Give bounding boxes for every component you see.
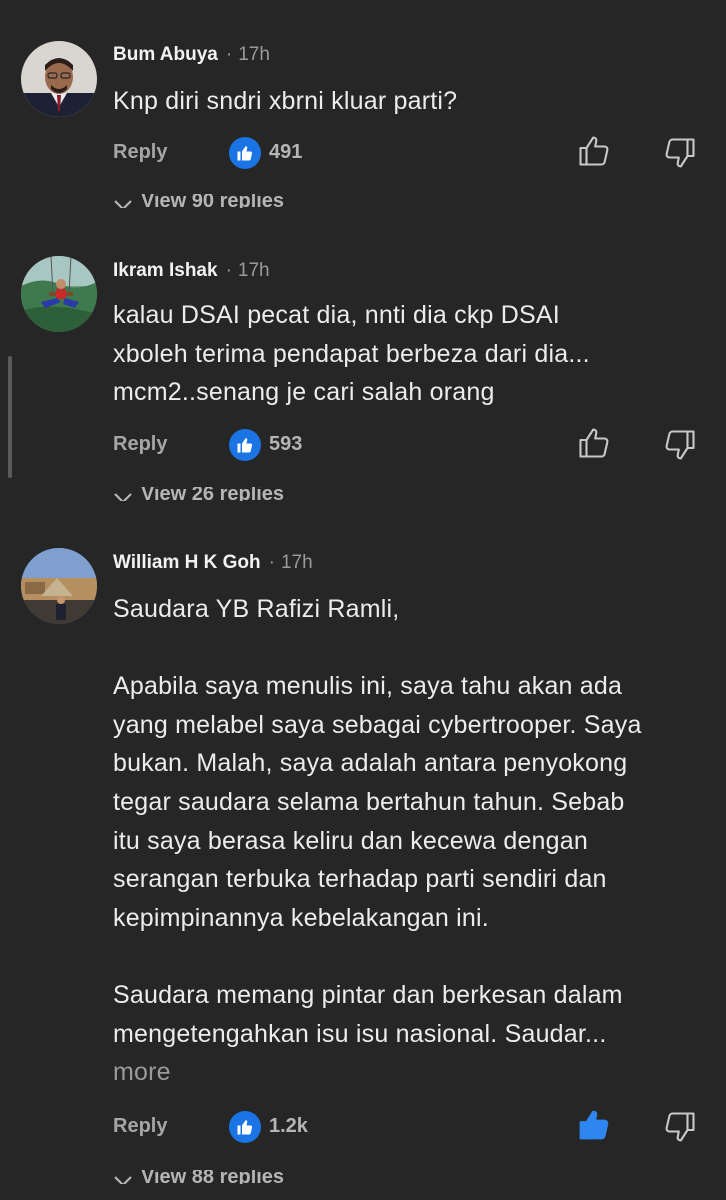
avatar[interactable] xyxy=(21,256,97,332)
separator-dot: · xyxy=(225,44,233,65)
comment-line: mengetengahkan isu isu nasional. Saudar.… xyxy=(113,1019,607,1048)
author-name[interactable]: Bum Abuya xyxy=(113,44,218,65)
chevron-down-icon xyxy=(114,1176,132,1184)
comment-line: Apabila saya menulis ini, saya tahu akan… xyxy=(113,672,623,701)
thumbs-up-icon xyxy=(229,429,261,461)
more-link[interactable]: more xyxy=(113,1053,713,1092)
comment-line: tegar saudara selama bertahun tahun. Seb… xyxy=(113,787,625,816)
comment-line: serangan terbuka terhadap parti sendiri … xyxy=(113,865,607,894)
comment-actions: Reply 593 xyxy=(0,425,726,465)
comment-header: Bum Abuya · 17h xyxy=(113,44,270,66)
comment-line: Knp diri sndri xbrni kluar parti? xyxy=(113,87,458,115)
view-replies-label: View 90 replies xyxy=(141,194,285,208)
view-replies-button[interactable]: View 90 replies xyxy=(113,194,413,208)
separator-dot: · xyxy=(225,260,232,281)
thumb-up-icon[interactable] xyxy=(576,425,612,461)
view-replies-button[interactable]: View 26 replies xyxy=(113,487,413,501)
reply-button[interactable]: Reply xyxy=(113,1115,167,1138)
comment-header: Ikram Ishak · 17h xyxy=(113,260,270,282)
thumbs-up-icon xyxy=(229,137,261,169)
like-count: 593 xyxy=(269,433,303,455)
author-name[interactable]: William H K Goh xyxy=(113,552,261,573)
thumb-up-icon[interactable] xyxy=(576,133,612,169)
comment-header: William H K Goh · 17h xyxy=(113,552,313,574)
thumbs-up-icon xyxy=(229,1111,261,1143)
comment-line: yang melabel saya sebagai cybertrooper. … xyxy=(113,710,642,739)
comment-line: kalau DSAI pecat dia, nnti dia ckp DSAI xyxy=(113,301,560,329)
timestamp: 17h xyxy=(238,44,270,65)
like-count: 491 xyxy=(269,141,303,163)
reply-button[interactable]: Reply xyxy=(113,141,167,164)
like-count: 1.2k xyxy=(269,1115,308,1137)
thumb-up-icon-active[interactable] xyxy=(576,1107,612,1143)
comment-line: mcm2..senang je cari salah orang xyxy=(113,378,495,407)
comment-actions: Reply 1.2k xyxy=(0,1107,726,1147)
comment-text: Knp diri sndri xbrni kluar parti? xyxy=(113,82,713,121)
thumb-down-icon[interactable] xyxy=(662,135,698,171)
avatar[interactable] xyxy=(21,41,97,117)
thumb-down-icon[interactable] xyxy=(662,1109,698,1145)
reply-button[interactable]: Reply xyxy=(113,433,167,456)
author-name[interactable]: Ikram Ishak xyxy=(113,260,218,281)
comment-text: Saudara YB Rafizi Ramli, Apabila saya me… xyxy=(113,590,713,1092)
separator-dot: · xyxy=(268,552,275,573)
comment-text: kalau DSAI pecat dia, nnti dia ckp DSAI … xyxy=(113,296,713,412)
chevron-down-icon xyxy=(114,200,132,208)
chevron-down-icon xyxy=(114,493,132,501)
comment-line: bukan. Malah, saya adalah antara penyoko… xyxy=(113,749,628,778)
comment-line: kepimpinannya kebelakangan ini. xyxy=(113,903,489,932)
comment-actions: Reply 491 xyxy=(0,133,726,173)
view-replies-label: View 88 replies xyxy=(141,1170,285,1184)
comment-line: Saudara YB Rafizi Ramli, xyxy=(113,595,400,623)
comment-line: itu saya berasa keliru dan kecewa dengan xyxy=(113,826,588,855)
avatar[interactable] xyxy=(21,548,97,624)
timestamp: 17h xyxy=(237,260,270,281)
thumb-down-icon[interactable] xyxy=(662,427,698,463)
view-replies-button[interactable]: View 88 replies xyxy=(113,1170,413,1184)
timestamp: 17h xyxy=(280,552,313,573)
view-replies-label: View 26 replies xyxy=(141,487,285,501)
comment-line: xboleh terima pendapat berbeza dari dia.… xyxy=(113,339,590,368)
comment-line: Saudara memang pintar dan berkesan dalam xyxy=(113,980,623,1009)
